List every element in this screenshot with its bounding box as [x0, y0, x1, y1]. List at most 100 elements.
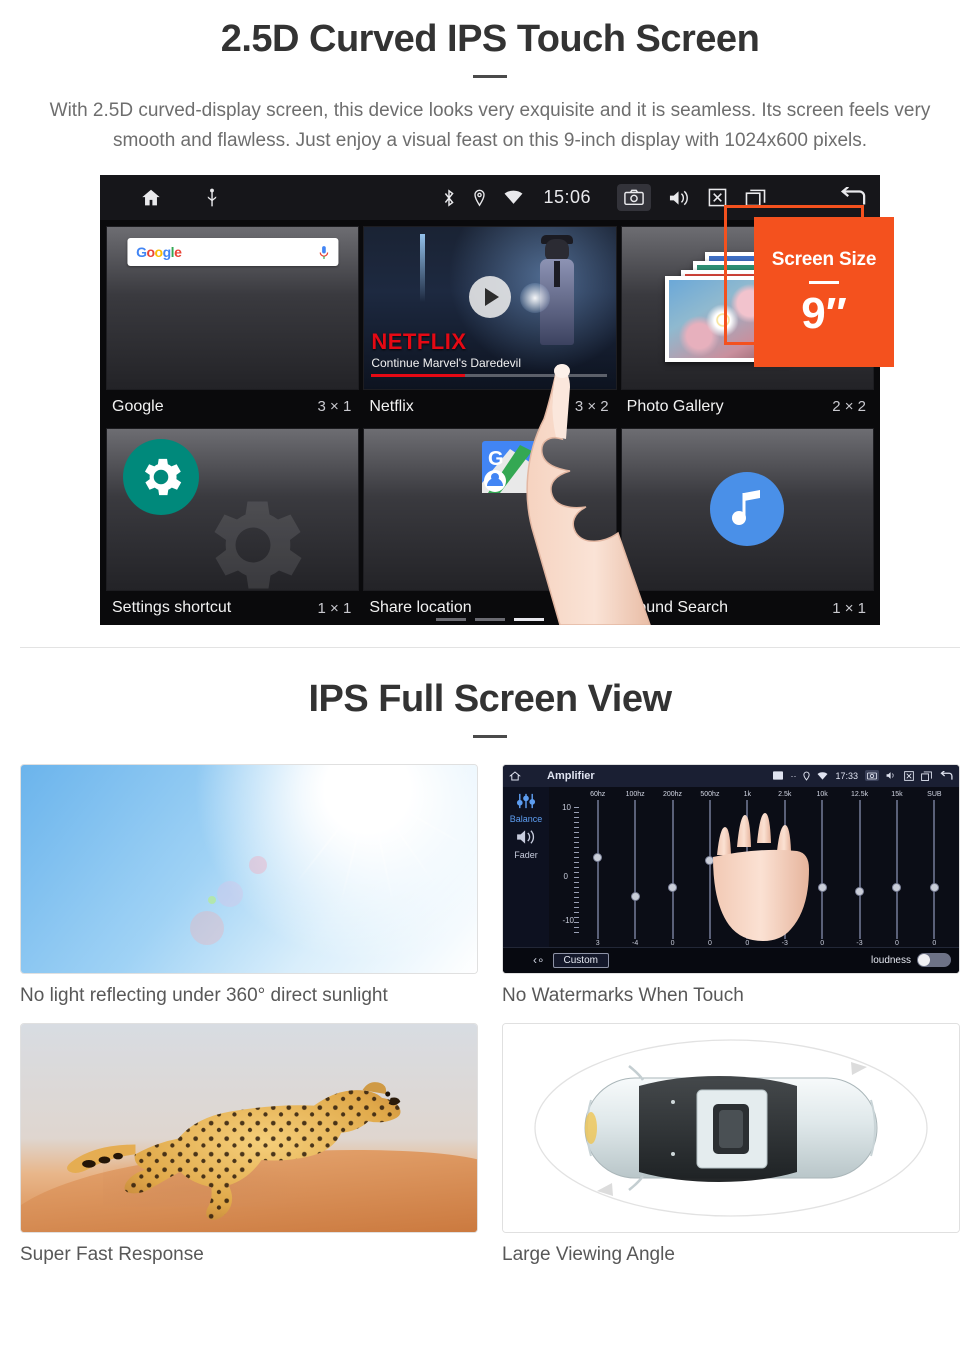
microphone-icon[interactable] — [318, 245, 329, 260]
usb-icon — [204, 188, 220, 208]
band-track[interactable] — [855, 799, 865, 939]
loudness-toggle[interactable] — [917, 953, 951, 968]
band-value: 0 — [895, 939, 899, 947]
widget-size: 2 × 2 — [832, 398, 866, 416]
badge-divider — [809, 280, 839, 284]
band-track[interactable] — [817, 799, 827, 939]
google-logo: Google — [136, 244, 182, 261]
sliders-icon[interactable] — [516, 793, 536, 809]
amplifier-sidebar: Balance Fader — [503, 786, 549, 947]
band-knob[interactable] — [668, 883, 678, 893]
page-title: 2.5D Curved IPS Touch Screen — [220, 18, 760, 60]
camera-icon[interactable] — [617, 184, 651, 212]
band-value: 0 — [820, 939, 825, 947]
google-search-box[interactable]: Google — [127, 238, 339, 267]
fader-label[interactable]: Fader — [514, 850, 538, 860]
band-label: 500hz — [700, 790, 720, 798]
balance-label[interactable]: Balance — [510, 814, 543, 824]
scale-max: 10 — [562, 803, 571, 813]
band-value: 0 — [670, 939, 675, 947]
page-dot[interactable] — [436, 618, 466, 622]
band-label: 10k — [816, 790, 828, 798]
band-knob[interactable] — [855, 887, 865, 897]
eq-band[interactable]: 12.5k -3 — [841, 791, 878, 947]
amplifier-equalizer-screenshot: Amplifier ·· 17:33 Balance Fader 10 0 -1… — [502, 763, 960, 974]
band-knob[interactable] — [593, 852, 603, 862]
title-underline — [473, 74, 507, 78]
widget-meta: Settings shortcut 1 × 1 — [106, 591, 360, 626]
volume-icon[interactable] — [669, 189, 690, 207]
band-track[interactable] — [668, 799, 678, 939]
running-cheetah-photo — [20, 1022, 478, 1233]
music-note-icon — [710, 472, 785, 547]
page-dot-active[interactable] — [514, 618, 544, 622]
lens-flare — [217, 881, 244, 908]
scale-mid: 0 — [563, 872, 568, 882]
gain-scale: 10 0 -10 — [553, 791, 579, 947]
band-label: 60hz — [590, 790, 606, 798]
badge-label: Screen Size — [771, 248, 877, 270]
home-icon[interactable] — [140, 187, 162, 209]
band-knob[interactable] — [630, 891, 640, 901]
netflix-artwork: NETFLIX Continue Marvel's Daredevil — [364, 227, 616, 389]
speaker-icon[interactable] — [516, 829, 536, 845]
back-arrow-icon[interactable] — [939, 770, 953, 781]
loudness-control[interactable]: loudness — [870, 953, 951, 968]
home-icon[interactable] — [509, 770, 521, 782]
widget-netflix[interactable]: NETFLIX Continue Marvel's Daredevil Netf… — [363, 226, 617, 424]
play-icon[interactable] — [468, 275, 511, 318]
widget-settings-shortcut[interactable]: Settings shortcut 1 × 1 — [106, 427, 360, 626]
recent-apps-icon[interactable] — [921, 771, 932, 781]
band-value: -4 — [631, 939, 639, 947]
widget-size: 3 × 2 — [574, 398, 609, 416]
band-value: 0 — [932, 939, 937, 947]
band-track[interactable] — [593, 799, 603, 939]
feature-card: Super Fast Response — [20, 1022, 478, 1266]
band-label: 1k — [743, 790, 752, 798]
ellipsis-icon: ·· — [790, 770, 797, 781]
wifi-icon — [504, 190, 523, 205]
eq-band[interactable]: 60hz 3 — [579, 791, 616, 947]
image-icon — [773, 771, 784, 781]
widget-google[interactable]: Google Google 3 × 1 — [106, 226, 360, 424]
camera-icon[interactable] — [865, 770, 879, 782]
band-label: 100hz — [625, 790, 645, 798]
eq-band[interactable]: 100hz -4 — [616, 791, 653, 947]
widget-size: 3 × 1 — [317, 398, 352, 416]
band-label: 12.5k — [850, 790, 869, 798]
eq-band[interactable]: 15k 0 — [878, 791, 915, 947]
bluetooth-icon — [443, 189, 455, 207]
feature-card: Large Viewing Angle — [502, 1022, 960, 1266]
badge-value: 9″ — [801, 288, 847, 338]
loudness-label: loudness — [870, 954, 911, 966]
scale-min: -10 — [562, 915, 574, 925]
amplifier-title: Amplifier — [547, 769, 595, 782]
band-track[interactable] — [892, 799, 902, 939]
card-caption: No Watermarks When Touch — [502, 984, 744, 1006]
section-two-title: IPS Full Screen View — [308, 678, 672, 721]
car-top-view — [534, 1039, 928, 1218]
eq-band[interactable]: SUB 0 — [916, 791, 953, 947]
band-knob[interactable] — [817, 883, 827, 893]
page-dot[interactable] — [475, 618, 505, 622]
widget-size: 1 × 1 — [317, 599, 352, 617]
page-indicator[interactable] — [436, 618, 544, 622]
band-value: 3 — [595, 939, 600, 947]
eq-band[interactable]: 200hz 0 — [654, 791, 691, 947]
close-box-icon[interactable] — [904, 771, 914, 781]
back-chevron-icon[interactable]: ‹∘ — [533, 953, 545, 967]
widget-size: 1 × 1 — [574, 599, 609, 617]
settings-gear-icon — [123, 438, 199, 515]
location-pin-icon — [803, 771, 811, 781]
widget-share-location[interactable]: G Share location 1 × 1 — [363, 427, 617, 626]
ips-full-screen-section: IPS Full Screen View No light reflecting… — [0, 648, 980, 1266]
band-track[interactable] — [630, 799, 640, 939]
widget-name: Share location — [369, 599, 472, 617]
widget-sound-search[interactable]: Sound Search 1 × 1 — [620, 427, 874, 626]
band-knob[interactable] — [892, 883, 902, 893]
preset-button[interactable]: Custom — [552, 952, 609, 968]
volume-icon[interactable] — [886, 771, 897, 780]
progress-bar — [371, 373, 607, 377]
band-track[interactable] — [929, 799, 939, 939]
band-knob[interactable] — [929, 883, 939, 893]
